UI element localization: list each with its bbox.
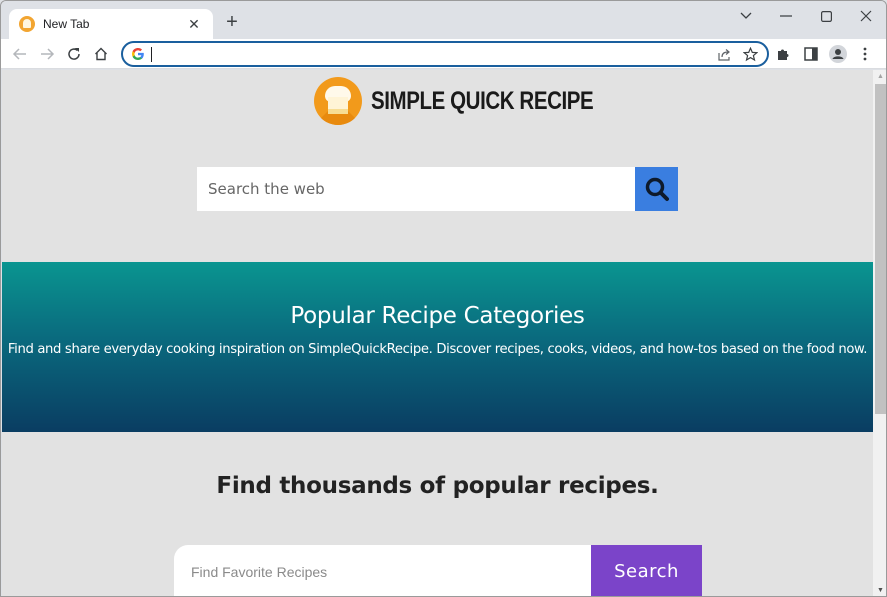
banner-title: Popular Recipe Categories [290,303,585,329]
side-panel-icon [803,47,818,61]
kebab-menu-icon [863,47,866,61]
chevron-down-icon [740,12,752,19]
logo-text: SIMPLE QUICK RECIPE [371,86,594,115]
new-tab-button[interactable]: + [221,12,243,34]
extensions-button[interactable] [770,41,797,67]
tab-strip: New Tab ✕ + [1,1,886,39]
forward-button[interactable] [34,41,60,67]
banner-subtitle: Find and share everyday cooking inspirat… [7,342,868,357]
tab-close-icon[interactable]: ✕ [185,16,203,33]
browser-window: New Tab ✕ + SIMPLE QUICK RECIPE Search t… [0,0,887,597]
scrollbar-thumb[interactable] [875,84,886,414]
minimize-icon [780,15,792,17]
categories-banner: Popular Recipe Categories Find and share… [2,262,873,432]
home-button[interactable] [88,41,114,67]
close-icon [860,10,872,22]
scroll-up-arrow-icon[interactable]: ▲ [873,70,886,84]
avatar-icon [828,45,847,63]
arrow-right-icon [41,47,55,60]
toolbar-actions [770,41,878,67]
share-button[interactable] [711,43,737,65]
recipe-favicon-icon [19,16,35,32]
maximize-button[interactable] [806,2,846,30]
browser-toolbar [1,39,886,69]
home-icon [95,47,107,60]
share-icon [717,48,730,61]
arrow-left-icon [12,47,26,60]
close-window-button[interactable] [846,2,886,30]
menu-button[interactable] [851,41,878,67]
side-panel-button[interactable] [797,41,824,67]
address-input[interactable] [152,44,711,64]
profile-button[interactable] [824,41,851,67]
search-icon [645,177,669,201]
minimize-button[interactable] [766,2,806,30]
window-controls [726,1,886,31]
address-bar[interactable] [121,41,769,67]
web-page: SIMPLE QUICK RECIPE Popular Recipe Categ… [2,70,873,596]
find-recipes-heading: Find thousands of popular recipes. [216,473,659,499]
maximize-icon [820,10,832,22]
chef-hat-icon [314,77,362,125]
page-scrollbar[interactable]: ▲ ▼ [873,70,886,596]
recipe-search-bar: Search [174,545,702,596]
web-search-input[interactable] [197,167,635,211]
site-logo[interactable]: SIMPLE QUICK RECIPE [314,77,642,125]
tab-search-button[interactable] [726,2,766,30]
web-search-button[interactable] [635,167,678,211]
reload-icon [68,47,80,60]
recipe-search-input[interactable] [174,545,591,596]
reload-button[interactable] [61,41,87,67]
web-search-bar [197,167,678,211]
tab-title: New Tab [43,17,90,31]
google-icon [131,47,145,61]
bookmark-button[interactable] [737,43,763,65]
scroll-down-arrow-icon[interactable]: ▼ [873,584,886,596]
tab-new-tab[interactable]: New Tab ✕ [9,9,213,39]
recipe-search-button[interactable]: Search [591,545,702,596]
star-icon [742,46,758,61]
back-button[interactable] [7,41,33,67]
puzzle-icon [778,49,789,60]
